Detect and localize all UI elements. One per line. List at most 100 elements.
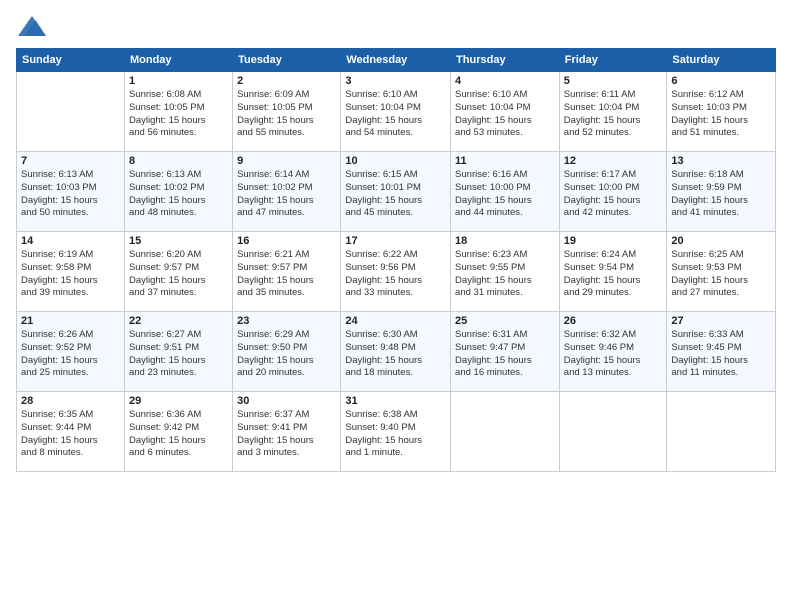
calendar-cell: 29 Sunrise: 6:36 AM Sunset: 9:42 PM Dayli… (124, 392, 232, 472)
day-number: 22 (129, 315, 228, 327)
calendar-cell: 23 Sunrise: 6:29 AM Sunset: 9:50 PM Dayli… (233, 312, 341, 392)
calendar-table: SundayMondayTuesdayWednesdayThursdayFrid… (16, 48, 776, 472)
day-number: 15 (129, 235, 228, 247)
day-number: 30 (237, 395, 336, 407)
day-number: 13 (671, 155, 771, 167)
calendar-cell: 31Sunrise: 6:38 AM Sunset: 9:40 PM Dayli… (341, 392, 451, 472)
day-number: 8 (129, 155, 228, 167)
day-info: Sunrise: 6:26 AM Sunset: 9:52 PM Dayligh… (21, 329, 120, 380)
day-info: Sunrise: 6:13 AM Sunset: 10:02 PM Daylig… (129, 169, 228, 220)
calendar-cell: 16 Sunrise: 6:21 AM Sunset: 9:57 PM Dayli… (233, 232, 341, 312)
days-header-row: SundayMondayTuesdayWednesdayThursdayFrid… (17, 49, 776, 72)
day-number: 28 (21, 395, 120, 407)
calendar-cell: 12 Sunrise: 6:17 AM Sunset: 10:00 PM Dayl… (559, 152, 667, 232)
day-info: Sunrise: 6:27 AM Sunset: 9:51 PM Dayligh… (129, 329, 228, 380)
day-number: 3 (345, 75, 446, 87)
calendar-cell: 3 Sunrise: 6:10 AM Sunset: 10:04 PM Dayli… (341, 72, 451, 152)
day-header-friday: Friday (559, 49, 667, 72)
day-info: Sunrise: 6:36 AM Sunset: 9:42 PM Dayligh… (129, 409, 228, 460)
calendar-cell: 9 Sunrise: 6:14 AM Sunset: 10:02 PM Dayli… (233, 152, 341, 232)
calendar-cell: 18 Sunrise: 6:23 AM Sunset: 9:55 PM Dayli… (451, 232, 560, 312)
day-info: Sunrise: 6:16 AM Sunset: 10:00 PM Daylig… (455, 169, 555, 220)
calendar-cell: 24 Sunrise: 6:30 AM Sunset: 9:48 PM Dayli… (341, 312, 451, 392)
calendar-cell (451, 392, 560, 472)
day-number: 23 (237, 315, 336, 327)
calendar-cell: 14Sunrise: 6:19 AM Sunset: 9:58 PM Dayli… (17, 232, 125, 312)
day-info: Sunrise: 6:31 AM Sunset: 9:47 PM Dayligh… (455, 329, 555, 380)
day-number: 11 (455, 155, 555, 167)
header (16, 16, 776, 36)
week-row-4: 21 Sunrise: 6:26 AM Sunset: 9:52 PM Dayli… (17, 312, 776, 392)
day-number: 29 (129, 395, 228, 407)
day-info: Sunrise: 6:10 AM Sunset: 10:04 PM Daylig… (455, 89, 555, 140)
calendar-cell: 30 Sunrise: 6:37 AM Sunset: 9:41 PM Dayli… (233, 392, 341, 472)
day-number: 20 (671, 235, 771, 247)
day-info: Sunrise: 6:17 AM Sunset: 10:00 PM Daylig… (564, 169, 663, 220)
day-number: 16 (237, 235, 336, 247)
week-row-1: 1 Sunrise: 6:08 AM Sunset: 10:05 PM Dayli… (17, 72, 776, 152)
calendar-cell (17, 72, 125, 152)
day-info: Sunrise: 6:23 AM Sunset: 9:55 PM Dayligh… (455, 249, 555, 300)
day-info: Sunrise: 6:29 AM Sunset: 9:50 PM Dayligh… (237, 329, 336, 380)
day-header-thursday: Thursday (451, 49, 560, 72)
day-info: Sunrise: 6:12 AM Sunset: 10:03 PM Daylig… (671, 89, 771, 140)
calendar-cell: 21 Sunrise: 6:26 AM Sunset: 9:52 PM Dayli… (17, 312, 125, 392)
day-number: 25 (455, 315, 555, 327)
calendar-cell: 25 Sunrise: 6:31 AM Sunset: 9:47 PM Dayli… (451, 312, 560, 392)
day-number: 27 (671, 315, 771, 327)
day-info: Sunrise: 6:37 AM Sunset: 9:41 PM Dayligh… (237, 409, 336, 460)
calendar-cell: 8 Sunrise: 6:13 AM Sunset: 10:02 PM Dayli… (124, 152, 232, 232)
day-header-tuesday: Tuesday (233, 49, 341, 72)
week-row-5: 28 Sunrise: 6:35 AM Sunset: 9:44 PM Dayli… (17, 392, 776, 472)
day-info: Sunrise: 6:13 AM Sunset: 10:03 PM Daylig… (21, 169, 120, 220)
day-info: Sunrise: 6:35 AM Sunset: 9:44 PM Dayligh… (21, 409, 120, 460)
day-info: Sunrise: 6:15 AM Sunset: 10:01 PM Daylig… (345, 169, 446, 220)
day-info: Sunrise: 6:18 AM Sunset: 9:59 PM Dayligh… (671, 169, 771, 220)
calendar-cell: 4 Sunrise: 6:10 AM Sunset: 10:04 PM Dayli… (451, 72, 560, 152)
day-info: Sunrise: 6:08 AM Sunset: 10:05 PM Daylig… (129, 89, 228, 140)
day-info: Sunrise: 6:32 AM Sunset: 9:46 PM Dayligh… (564, 329, 663, 380)
calendar-cell (559, 392, 667, 472)
calendar-cell: 6Sunrise: 6:12 AM Sunset: 10:03 PM Dayli… (667, 72, 776, 152)
week-row-3: 14Sunrise: 6:19 AM Sunset: 9:58 PM Dayli… (17, 232, 776, 312)
calendar-cell: 5Sunrise: 6:11 AM Sunset: 10:04 PM Dayli… (559, 72, 667, 152)
day-number: 2 (237, 75, 336, 87)
calendar-cell: 17Sunrise: 6:22 AM Sunset: 9:56 PM Dayli… (341, 232, 451, 312)
calendar-cell: 27Sunrise: 6:33 AM Sunset: 9:45 PM Dayli… (667, 312, 776, 392)
day-info: Sunrise: 6:10 AM Sunset: 10:04 PM Daylig… (345, 89, 446, 140)
day-info: Sunrise: 6:30 AM Sunset: 9:48 PM Dayligh… (345, 329, 446, 380)
day-info: Sunrise: 6:38 AM Sunset: 9:40 PM Dayligh… (345, 409, 446, 460)
calendar-cell: 22 Sunrise: 6:27 AM Sunset: 9:51 PM Dayli… (124, 312, 232, 392)
day-header-saturday: Saturday (667, 49, 776, 72)
day-info: Sunrise: 6:11 AM Sunset: 10:04 PM Daylig… (564, 89, 663, 140)
day-number: 1 (129, 75, 228, 87)
calendar-cell: 13 Sunrise: 6:18 AM Sunset: 9:59 PM Dayli… (667, 152, 776, 232)
day-info: Sunrise: 6:09 AM Sunset: 10:05 PM Daylig… (237, 89, 336, 140)
day-number: 17 (345, 235, 446, 247)
day-info: Sunrise: 6:25 AM Sunset: 9:53 PM Dayligh… (671, 249, 771, 300)
week-row-2: 7 Sunrise: 6:13 AM Sunset: 10:03 PM Dayli… (17, 152, 776, 232)
day-number: 9 (237, 155, 336, 167)
main-container: SundayMondayTuesdayWednesdayThursdayFrid… (0, 0, 792, 480)
day-info: Sunrise: 6:14 AM Sunset: 10:02 PM Daylig… (237, 169, 336, 220)
logo-icon (18, 16, 46, 36)
day-number: 21 (21, 315, 120, 327)
day-number: 14 (21, 235, 120, 247)
day-number: 12 (564, 155, 663, 167)
calendar-cell: 19 Sunrise: 6:24 AM Sunset: 9:54 PM Dayli… (559, 232, 667, 312)
day-header-monday: Monday (124, 49, 232, 72)
day-number: 18 (455, 235, 555, 247)
day-info: Sunrise: 6:24 AM Sunset: 9:54 PM Dayligh… (564, 249, 663, 300)
calendar-cell: 2 Sunrise: 6:09 AM Sunset: 10:05 PM Dayli… (233, 72, 341, 152)
day-info: Sunrise: 6:21 AM Sunset: 9:57 PM Dayligh… (237, 249, 336, 300)
day-number: 24 (345, 315, 446, 327)
day-number: 4 (455, 75, 555, 87)
calendar-cell: 7 Sunrise: 6:13 AM Sunset: 10:03 PM Dayli… (17, 152, 125, 232)
calendar-cell: 28 Sunrise: 6:35 AM Sunset: 9:44 PM Dayli… (17, 392, 125, 472)
day-number: 19 (564, 235, 663, 247)
logo (16, 16, 46, 36)
calendar-cell: 26 Sunrise: 6:32 AM Sunset: 9:46 PM Dayli… (559, 312, 667, 392)
day-number: 10 (345, 155, 446, 167)
day-number: 7 (21, 155, 120, 167)
day-number: 26 (564, 315, 663, 327)
